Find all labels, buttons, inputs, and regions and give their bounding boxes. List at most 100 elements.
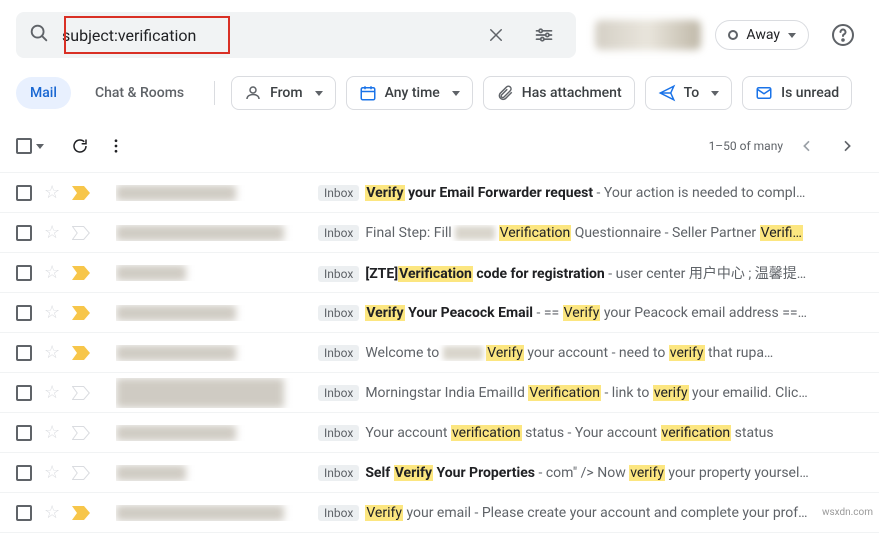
star-icon[interactable]: ☆: [44, 462, 60, 483]
star-icon[interactable]: ☆: [44, 302, 60, 323]
important-icon[interactable]: [72, 426, 90, 440]
inbox-label: Inbox: [318, 185, 359, 201]
inbox-label: Inbox: [318, 305, 359, 321]
subject-cell: InboxFinal Step: Fill Verification Quest…: [318, 225, 863, 241]
star-icon[interactable]: ☆: [44, 502, 60, 523]
status-indicator-icon: [728, 30, 738, 40]
chip-from[interactable]: From: [231, 76, 335, 110]
header-right: Away: [595, 15, 863, 55]
important-icon[interactable]: [72, 306, 90, 320]
status-label: Away: [746, 27, 780, 43]
tab-chat-rooms[interactable]: Chat & Rooms: [81, 77, 198, 109]
person-icon: [244, 84, 262, 102]
row-checkbox[interactable]: [16, 305, 32, 321]
subject-cell: InboxVerify Your Peacock Email - == Veri…: [318, 305, 863, 321]
divider: [214, 81, 215, 105]
sender-cell: [116, 345, 306, 361]
subject-cell: InboxVerify your email - Please create y…: [318, 505, 863, 521]
email-row[interactable]: ☆ InboxVerify Your Peacock Email - == Ver…: [0, 293, 879, 333]
inbox-label: Inbox: [318, 266, 359, 282]
star-icon[interactable]: ☆: [44, 342, 60, 363]
email-row[interactable]: ☆ InboxFinal Step: Fill Verification Ques…: [0, 213, 879, 253]
star-icon[interactable]: ☆: [44, 382, 60, 403]
more-button[interactable]: [98, 128, 134, 164]
email-row[interactable]: ☆InboxSelf Verify Your Properties - com"…: [0, 453, 879, 493]
row-checkbox[interactable]: [16, 345, 32, 361]
chevron-down-icon: [452, 91, 460, 96]
star-icon[interactable]: ☆: [44, 262, 60, 283]
subject-cell: Inbox[ZTE]Verification code for registra…: [318, 263, 863, 283]
header: Away: [0, 0, 879, 70]
star-icon[interactable]: ☆: [44, 222, 60, 243]
refresh-button[interactable]: [62, 128, 98, 164]
row-checkbox[interactable]: [16, 425, 32, 441]
email-row[interactable]: ☆ Inbox[ZTE]Verification code for registr…: [0, 253, 879, 293]
row-checkbox[interactable]: [16, 385, 32, 401]
watermark: wsxdn.com: [822, 507, 873, 518]
chip-to[interactable]: To: [645, 76, 733, 110]
subject-cell: InboxWelcome to Verify your account - ne…: [318, 345, 863, 361]
sender-cell: [116, 305, 306, 321]
search-input[interactable]: [50, 26, 476, 45]
row-checkbox[interactable]: [16, 185, 32, 201]
chip-any-time[interactable]: Any time: [346, 76, 473, 110]
email-row[interactable]: ☆ InboxVerify your Email Forwarder reques…: [0, 173, 879, 213]
subject-cell: InboxVerify your Email Forwarder request…: [318, 185, 863, 201]
row-checkbox[interactable]: [16, 505, 32, 521]
sender-cell: [116, 425, 306, 441]
inbox-label: Inbox: [318, 505, 359, 521]
select-all-checkbox[interactable]: [16, 138, 44, 154]
sender-cell: [116, 465, 306, 481]
status-chip[interactable]: Away: [715, 20, 809, 50]
important-icon[interactable]: [72, 226, 90, 240]
search-bar[interactable]: [16, 12, 576, 58]
sender-cell: [116, 225, 306, 241]
search-icon: [28, 22, 50, 48]
tab-mail[interactable]: Mail: [16, 77, 71, 109]
inbox-label: Inbox: [318, 465, 359, 481]
sender-cell: [116, 505, 306, 521]
subject-cell: InboxYour account verification status - …: [318, 425, 863, 441]
subject-cell: InboxMorningstar India EmailId Verificat…: [318, 385, 863, 401]
inbox-label: Inbox: [318, 425, 359, 441]
important-icon[interactable]: [72, 466, 90, 480]
filter-chips-row: Mail Chat & Rooms From Any time Has atta…: [0, 70, 879, 120]
attachment-icon: [496, 84, 514, 102]
chevron-down-icon: [315, 91, 323, 96]
inbox-label: Inbox: [318, 345, 359, 361]
email-list: ☆ InboxVerify your Email Forwarder reques…: [0, 173, 879, 533]
toolbar: 1–50 of many: [0, 120, 879, 173]
email-row[interactable]: ☆ InboxWelcome to Verify your account - n…: [0, 333, 879, 373]
prev-page-button[interactable]: [791, 130, 823, 162]
account-switcher[interactable]: [595, 20, 701, 50]
email-row[interactable]: ☆ InboxVerify your email - Please create …: [0, 493, 879, 533]
inbox-label: Inbox: [318, 385, 359, 401]
email-row[interactable]: ☆ InboxYour account verification status -…: [0, 413, 879, 453]
send-icon: [658, 84, 676, 102]
email-row[interactable]: ☆ InboxMorningstar India EmailId Verifica…: [0, 373, 879, 413]
search-options-button[interactable]: [524, 15, 564, 55]
important-icon[interactable]: [72, 506, 90, 520]
help-button[interactable]: [823, 15, 863, 55]
chip-has-attachment[interactable]: Has attachment: [483, 76, 635, 110]
mail-icon: [755, 84, 773, 102]
calendar-icon: [359, 84, 377, 102]
chevron-down-icon: [788, 33, 796, 38]
chip-is-unread[interactable]: Is unread: [742, 76, 852, 110]
next-page-button[interactable]: [831, 130, 863, 162]
sender-cell: [116, 185, 306, 201]
clear-search-button[interactable]: [476, 15, 516, 55]
row-checkbox[interactable]: [16, 465, 32, 481]
checkbox-icon: [16, 138, 32, 154]
important-icon[interactable]: [72, 186, 90, 200]
important-icon[interactable]: [72, 346, 90, 360]
sender-cell: [116, 378, 306, 408]
important-icon[interactable]: [72, 386, 90, 400]
chevron-down-icon: [36, 144, 44, 149]
sender-cell: [116, 265, 306, 281]
row-checkbox[interactable]: [16, 265, 32, 281]
row-checkbox[interactable]: [16, 225, 32, 241]
star-icon[interactable]: ☆: [44, 422, 60, 443]
star-icon[interactable]: ☆: [44, 182, 60, 203]
important-icon[interactable]: [72, 266, 90, 280]
